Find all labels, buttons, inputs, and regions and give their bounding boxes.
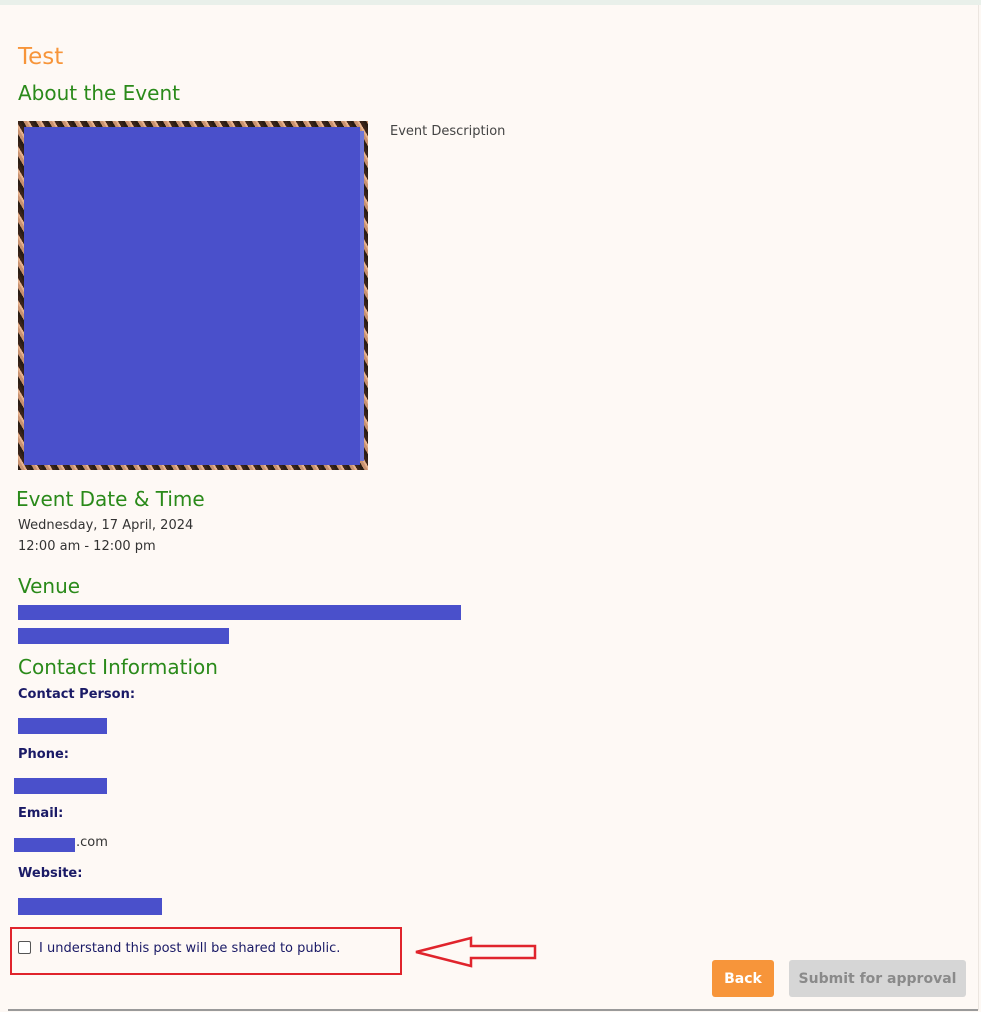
email-domain-suffix: .com — [76, 835, 108, 850]
consent-checkbox[interactable] — [18, 941, 31, 954]
redacted-venue-line-2 — [18, 628, 229, 644]
contact-person-label: Contact Person: — [18, 687, 136, 702]
left-arrow-icon — [415, 936, 537, 968]
redacted-phone — [14, 778, 107, 794]
event-description: Event Description — [390, 124, 506, 139]
redacted-image-edge — [360, 131, 364, 461]
datetime-heading: Event Date & Time — [16, 487, 205, 511]
event-image — [18, 121, 368, 470]
email-label: Email: — [18, 806, 64, 821]
consent-label[interactable]: I understand this post will be shared to… — [39, 941, 340, 956]
redacted-contact-person — [18, 718, 107, 734]
website-label: Website: — [18, 866, 83, 881]
event-time: 12:00 am - 12:00 pm — [18, 539, 156, 554]
phone-label: Phone: — [18, 747, 69, 762]
submit-for-approval-button[interactable]: Submit for approval — [789, 960, 966, 997]
venue-heading: Venue — [18, 574, 81, 598]
event-date: Wednesday, 17 April, 2024 — [18, 518, 194, 533]
redacted-image-block — [24, 127, 360, 465]
about-heading: About the Event — [18, 81, 180, 105]
bottom-divider — [8, 1009, 978, 1011]
redacted-venue-line-1 — [18, 605, 461, 620]
back-button[interactable]: Back — [712, 960, 774, 997]
redacted-email — [14, 838, 75, 852]
redacted-website — [18, 898, 162, 915]
event-title: Test — [18, 44, 64, 70]
contact-heading: Contact Information — [18, 655, 218, 679]
